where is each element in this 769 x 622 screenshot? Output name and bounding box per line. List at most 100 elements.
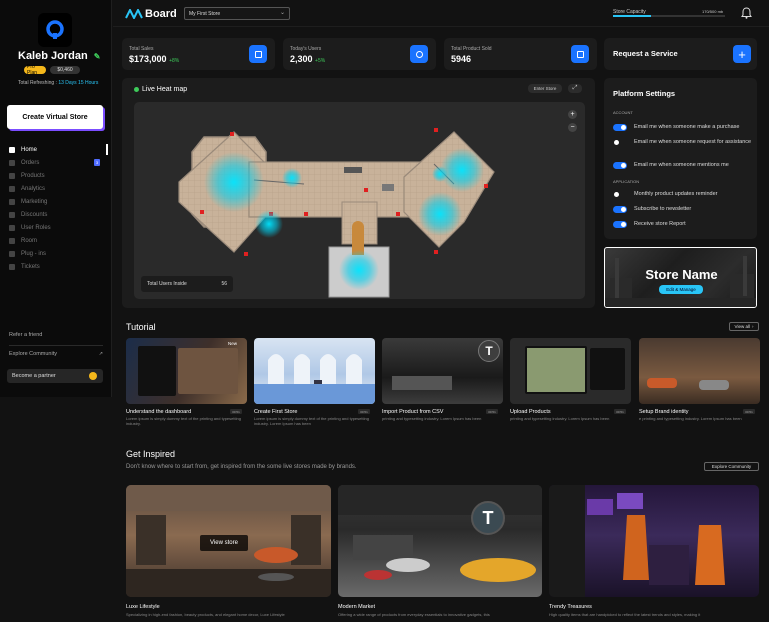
enter-store-button[interactable]: Enter Store <box>528 84 562 93</box>
tutorial-item-title[interactable]: Import Product from CSV <box>382 409 443 415</box>
store-select[interactable]: My First Store ⌄ <box>184 7 290 20</box>
tutorial-thumb-create-store[interactable] <box>254 338 375 404</box>
plus-icon: + <box>738 46 746 62</box>
analytics-icon <box>9 185 15 192</box>
stat-label: Total Product Sold <box>451 46 492 52</box>
tutorial-item-title[interactable]: Create First Store <box>254 409 297 415</box>
sidebar-item-label: Products <box>21 172 45 179</box>
explore-community-button[interactable]: Explore Community <box>704 462 759 471</box>
tickets-icon <box>9 263 15 270</box>
stat-label: Total Sales <box>129 46 154 52</box>
thumb-screen <box>178 348 238 394</box>
globe-icon[interactable] <box>410 45 428 63</box>
inspired-item-title[interactable]: Trendy Treasures <box>549 604 592 610</box>
heatmap-canvas[interactable]: + − Total Users Inside 56 <box>134 102 585 299</box>
setting-label: Email me when someone request for assist… <box>634 139 752 145</box>
zoom-out-button[interactable]: − <box>568 123 577 132</box>
users-inside-value: 56 <box>221 281 227 287</box>
toggle-knob <box>621 222 626 227</box>
sidebar-item-products[interactable]: Products <box>9 169 105 182</box>
setting-row-account-2: Email me when someone mentions me <box>613 162 753 169</box>
setting-toggle[interactable] <box>613 139 627 146</box>
sidebar-item-home[interactable]: Home <box>9 143 108 156</box>
thumb-screen <box>138 346 176 396</box>
inspired-modern-market[interactable]: T <box>338 485 542 597</box>
home-icon <box>9 146 15 153</box>
market-store-image <box>338 485 542 582</box>
edit-manage-button[interactable]: Edit & Manage <box>659 285 703 294</box>
heatmap-title: Live Heat map <box>142 86 188 93</box>
request-service-card[interactable]: Request a Service + <box>604 38 757 70</box>
tutorial-item-title[interactable]: Setup Brand identity <box>639 409 689 415</box>
cart-icon[interactable] <box>249 45 267 63</box>
inspired-trendy-treasures[interactable] <box>549 485 759 597</box>
setting-label: Email me when someone mentions me <box>634 162 729 168</box>
sidebar-item-orders[interactable]: Orders 3 <box>9 156 105 169</box>
setting-label: Email me when someone make a purchase <box>634 124 740 130</box>
toggle-knob <box>621 163 626 168</box>
toggle-knob <box>621 207 626 212</box>
setting-row-account-1: Email me when someone request for assist… <box>613 139 753 146</box>
sidebar-item-marketing[interactable]: Marketing <box>9 195 105 208</box>
inspired-item-title[interactable]: Modern Market <box>338 604 375 610</box>
create-virtual-store-label: Create Virtual Store <box>22 113 88 121</box>
balance-badge: $0,460 <box>50 66 80 74</box>
user-name: Kaleb Jordan ✎ <box>18 50 100 62</box>
tutorial-thumb-upload[interactable] <box>510 338 631 404</box>
floor-plan <box>178 128 495 298</box>
tutorial-item-desc: e printing and typesetting industry. Lor… <box>639 416 742 421</box>
refresh-label: Total Refreshing : <box>18 80 57 86</box>
sidebar-item-tickets[interactable]: Tickets <box>9 260 105 273</box>
room-icon <box>9 237 15 244</box>
setting-toggle[interactable] <box>613 124 627 131</box>
edit-icon[interactable]: ✎ <box>94 52 101 61</box>
setting-toggle[interactable] <box>613 162 627 169</box>
zoom-in-button[interactable]: + <box>568 110 577 119</box>
become-partner-button[interactable]: Become a partner <box>7 369 103 383</box>
users-inside-panel: Total Users Inside 56 <box>141 276 233 292</box>
stat-value-number: 2,300 <box>290 54 313 64</box>
setting-row-account-0: Email me when someone make a purchase <box>613 124 753 131</box>
tutorial-thumb-brand[interactable] <box>639 338 760 404</box>
store-name-title: Store Name <box>645 267 718 282</box>
sidebar-item-user-roles[interactable]: User Roles <box>9 221 105 234</box>
plan-badge-text: Pro Plan <box>27 64 38 76</box>
sidebar-item-room[interactable]: Room <box>9 234 105 247</box>
tutorial-item-title[interactable]: Understand the dashboard <box>126 409 191 415</box>
setting-toggle[interactable] <box>613 206 627 213</box>
stat-card-total-sales: Total Sales $173,000 +8% <box>122 38 275 70</box>
store-promo-card[interactable]: Store Name Edit & Manage <box>604 247 757 308</box>
refer-friend-link[interactable]: Refer a friend <box>9 332 42 338</box>
tutorial-item-title[interactable]: Upload Products <box>510 409 551 415</box>
setting-toggle[interactable] <box>613 191 627 198</box>
inspired-luxe-lifestyle[interactable]: View store <box>126 485 331 597</box>
view-store-button[interactable]: View store <box>200 535 248 551</box>
stat-icon-glyph <box>415 50 423 58</box>
toggle-knob <box>621 125 626 130</box>
bell-icon[interactable] <box>741 7 752 19</box>
sidebar-item-discounts[interactable]: Discounts <box>9 208 105 221</box>
add-service-button[interactable]: + <box>733 45 751 63</box>
arches-image <box>254 354 375 404</box>
brand-avatar[interactable]: T <box>471 501 505 535</box>
plan-badge: Pro Plan <box>24 64 46 76</box>
explore-community-link[interactable]: Explore Community ↗ <box>9 351 103 357</box>
heatmap-card: Live Heat map Enter Store ⤢ + − Total Us… <box>122 78 595 308</box>
view-all-label: View all <box>734 324 750 329</box>
sidebar-item-analytics[interactable]: Analytics <box>9 182 105 195</box>
tutorial-thumb-dashboard[interactable]: New <box>126 338 247 404</box>
tutorial-duration: 00:51 <box>614 409 626 414</box>
tutorial-thumb-import-csv[interactable]: T <box>382 338 503 404</box>
store-logo[interactable] <box>38 13 72 47</box>
document-icon[interactable] <box>571 45 589 63</box>
view-all-button[interactable]: View all › <box>729 322 759 331</box>
play-button[interactable]: T <box>478 340 500 362</box>
setting-label: Receive store Report <box>634 221 686 227</box>
become-partner-label: Become a partner <box>12 373 56 379</box>
create-virtual-store-button[interactable]: Create Virtual Store <box>7 105 103 129</box>
sidebar: Kaleb Jordan ✎ Pro Plan $0,460 Total Ref… <box>0 0 112 622</box>
sidebar-item-plug-ins[interactable]: Plug - ins <box>9 247 105 260</box>
expand-icon[interactable]: ⤢ <box>568 84 582 93</box>
setting-toggle[interactable] <box>613 221 627 228</box>
inspired-item-title[interactable]: Luxe Lifestyle <box>126 604 160 610</box>
